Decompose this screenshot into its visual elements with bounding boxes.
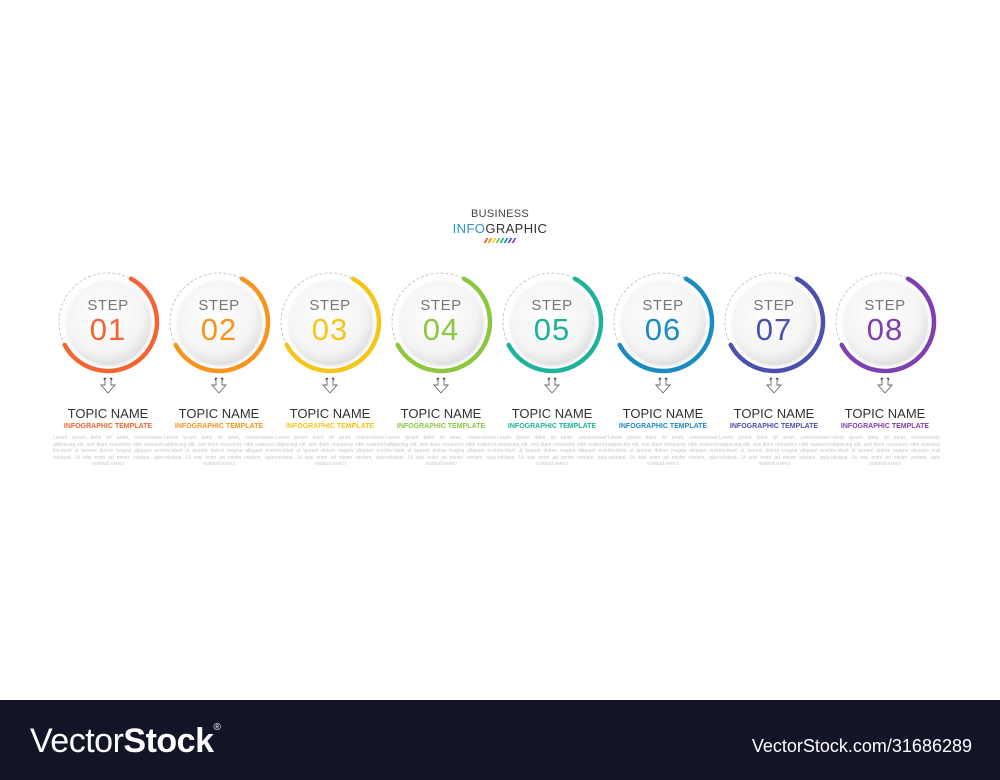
topic-body: Lorem ipsum dolor sit amet, consectetuer… <box>608 435 718 467</box>
topic-name: TOPIC NAME <box>289 406 371 421</box>
steps-row: STEP 01 TOPIC NAME INFOGRAPHIC TEMPLATE … <box>53 270 958 490</box>
topic-name: TOPIC NAME <box>178 406 260 421</box>
step-card: STEP 04 TOPIC NAME INFOGRAPHIC TEMPLATE … <box>386 270 501 480</box>
down-arrow-icon <box>100 377 116 394</box>
topic-body: Lorem ipsum dolor sit amet, consectetuer… <box>386 435 496 467</box>
step-card: STEP 05 TOPIC NAME INFOGRAPHIC TEMPLATE … <box>497 270 612 480</box>
step-number: 04 <box>422 312 460 347</box>
footer-url: VectorStock.com/31686289 <box>751 736 972 756</box>
step-number: 05 <box>533 312 571 347</box>
topic-name: TOPIC NAME <box>400 406 482 421</box>
logo-bold: Stock <box>123 722 214 760</box>
topic-subtitle: INFOGRAPHIC TEMPLATE <box>63 423 153 430</box>
step-number: 03 <box>311 312 349 347</box>
header-graphic: GRAPHIC <box>485 221 548 236</box>
topic-name: TOPIC NAME <box>622 406 704 421</box>
topic-name: TOPIC NAME <box>733 406 815 421</box>
topic-subtitle: INFOGRAPHIC TEMPLATE <box>729 423 819 430</box>
down-arrow-icon <box>544 377 560 394</box>
footer-bar: VectorStock® VectorStock.com/31686289 <box>0 700 1000 780</box>
rainbow-stripes <box>0 238 1000 243</box>
topic-subtitle: INFOGRAPHIC TEMPLATE <box>840 423 930 430</box>
down-arrow-icon <box>433 377 449 394</box>
step-number: 07 <box>755 312 793 347</box>
vectorstock-logo: VectorStock® <box>30 722 221 761</box>
topic-body: Lorem ipsum dolor sit amet, consectetuer… <box>164 435 274 467</box>
down-arrow-icon <box>655 377 671 394</box>
down-arrow-icon <box>877 377 893 394</box>
topic-body: Lorem ipsum dolor sit amet, consectetuer… <box>497 435 607 467</box>
logo-registered-mark: ® <box>213 722 221 733</box>
down-arrow-icon <box>211 377 227 394</box>
step-number: 06 <box>644 312 682 347</box>
topic-body: Lorem ipsum dolor sit amet, consectetuer… <box>275 435 385 467</box>
topic-subtitle: INFOGRAPHIC TEMPLATE <box>285 423 375 430</box>
topic-name: TOPIC NAME <box>511 406 593 421</box>
step-card: STEP 02 TOPIC NAME INFOGRAPHIC TEMPLATE … <box>164 270 279 480</box>
header-infographic: INFOGRAPHIC <box>0 221 1000 237</box>
step-card: STEP 06 TOPIC NAME INFOGRAPHIC TEMPLATE … <box>608 270 723 480</box>
step-number: 01 <box>89 312 127 347</box>
topic-subtitle: INFOGRAPHIC TEMPLATE <box>174 423 264 430</box>
logo-light: Vector <box>30 722 124 760</box>
step-card: STEP 03 TOPIC NAME INFOGRAPHIC TEMPLATE … <box>275 270 390 480</box>
down-arrow-icon <box>322 377 338 394</box>
step-number: 02 <box>200 312 238 347</box>
step-card: STEP 01 TOPIC NAME INFOGRAPHIC TEMPLATE … <box>53 270 168 480</box>
header-info-highlight: INFO <box>452 221 486 236</box>
infographic-header: BUSINESS INFOGRAPHIC <box>0 208 1000 243</box>
header-business: BUSINESS <box>470 208 530 220</box>
topic-name: TOPIC NAME <box>67 406 149 421</box>
step-card: STEP 08 TOPIC NAME INFOGRAPHIC TEMPLATE … <box>830 270 945 480</box>
step-card: STEP 07 TOPIC NAME INFOGRAPHIC TEMPLATE … <box>719 270 834 480</box>
rainbow-stripe <box>511 238 517 243</box>
topic-body: Lorem ipsum dolor sit amet, consectetuer… <box>719 435 829 467</box>
topic-subtitle: INFOGRAPHIC TEMPLATE <box>396 423 486 430</box>
topic-name: TOPIC NAME <box>844 406 926 421</box>
topic-subtitle: INFOGRAPHIC TEMPLATE <box>618 423 708 430</box>
topic-body: Lorem ipsum dolor sit amet, consectetuer… <box>53 435 163 467</box>
topic-body: Lorem ipsum dolor sit amet, consectetuer… <box>830 435 940 467</box>
down-arrow-icon <box>766 377 782 394</box>
topic-subtitle: INFOGRAPHIC TEMPLATE <box>507 423 597 430</box>
step-number: 08 <box>866 312 904 347</box>
